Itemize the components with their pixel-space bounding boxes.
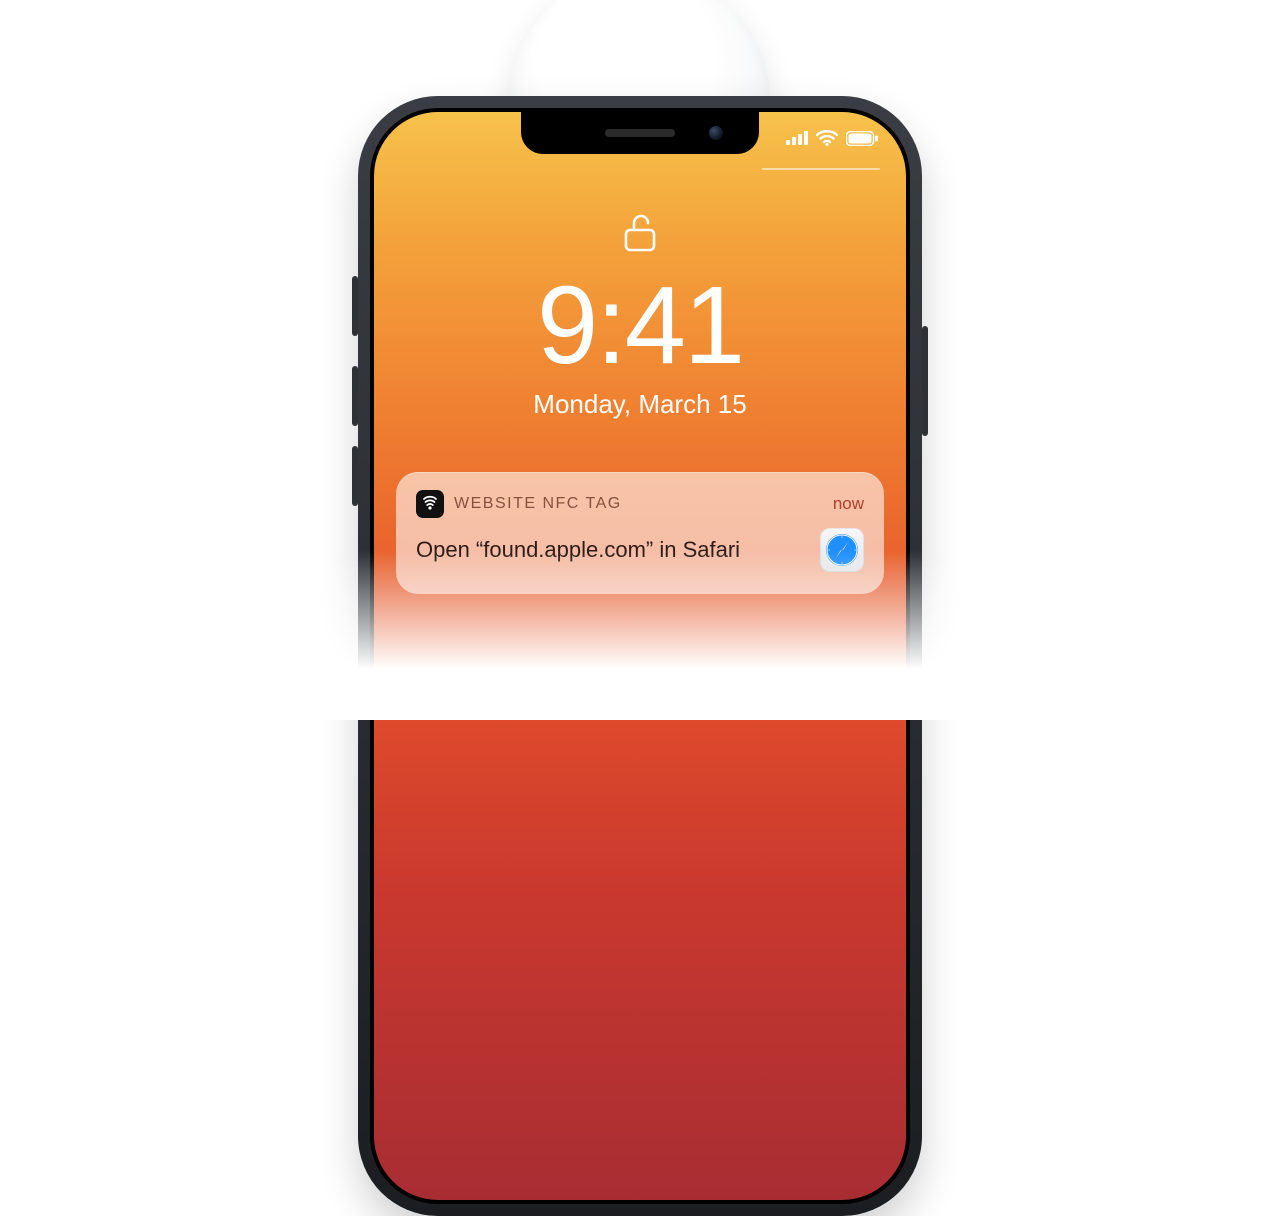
lock-screen-header: 9:41 Monday, March 15 xyxy=(374,212,906,420)
unlock-icon xyxy=(624,212,656,257)
notification-source-label: WEBSITE NFC TAG xyxy=(454,495,622,513)
nfc-icon xyxy=(416,490,444,518)
earpiece-speaker xyxy=(605,129,675,137)
battery-icon xyxy=(846,131,878,151)
display-notch xyxy=(521,112,759,154)
iphone-bezel: 9:41 Monday, March 15 WEBSITE NFC TAG no… xyxy=(370,108,910,1204)
iphone-screen: 9:41 Monday, March 15 WEBSITE NFC TAG no… xyxy=(374,112,906,1200)
nfc-notification-card[interactable]: WEBSITE NFC TAG now Open “found.apple.co… xyxy=(396,472,884,594)
iphone-device-frame: 9:41 Monday, March 15 WEBSITE NFC TAG no… xyxy=(358,96,922,1216)
status-bar-underline xyxy=(762,168,880,170)
notification-body: Open “found.apple.com” in Safari xyxy=(416,528,864,572)
notification-message: Open “found.apple.com” in Safari xyxy=(416,537,806,563)
safari-icon xyxy=(820,528,864,572)
notification-timestamp: now xyxy=(833,494,864,514)
notification-header: WEBSITE NFC TAG now xyxy=(416,490,864,518)
product-image-stage: 9:41 Monday, March 15 WEBSITE NFC TAG no… xyxy=(0,0,1280,720)
lock-screen-date: Monday, March 15 xyxy=(374,389,906,420)
front-camera xyxy=(709,126,723,140)
wifi-icon xyxy=(816,130,838,151)
lock-screen-time: 9:41 xyxy=(374,271,906,381)
cellular-signal-icon xyxy=(786,131,808,150)
status-bar xyxy=(786,130,878,151)
